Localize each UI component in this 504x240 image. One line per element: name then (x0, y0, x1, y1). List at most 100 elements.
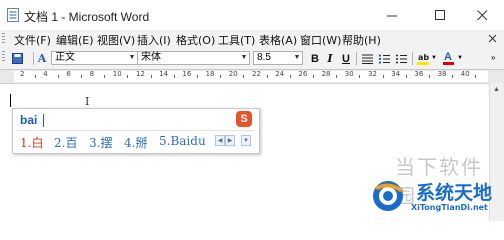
ruler-label: 12 (136, 70, 145, 78)
toolbar-grip[interactable] (2, 51, 5, 63)
next-page-icon[interactable]: ▶ (225, 135, 235, 146)
menu-window[interactable]: 窗口(W) (300, 32, 341, 48)
chevron-down-icon[interactable]: ▼ (431, 55, 437, 61)
justify-button[interactable] (360, 51, 374, 66)
close-icon (476, 9, 487, 20)
font-color-label: A (444, 51, 452, 63)
minimize-button[interactable] (370, 4, 414, 26)
ruler-scale: 2 4 6 8 10 12 14 16 18 20 22 24 26 28 30 32 34 36 38 40 (14, 70, 488, 82)
font-color-button[interactable]: A (441, 51, 455, 66)
horizontal-ruler: 2 4 6 8 10 12 14 16 18 20 22 24 26 28 30 32 34 36 38 40 (0, 70, 504, 84)
font-color-swatch (442, 62, 454, 65)
maximize-button[interactable] (418, 4, 462, 26)
menubar-grip[interactable] (2, 33, 5, 45)
ruler-label: 26 (298, 70, 308, 78)
numbered-list-icon (378, 54, 390, 63)
ime-divider (17, 130, 255, 131)
chevron-down-icon[interactable]: ▼ (128, 52, 136, 64)
ruler-label: 2 (20, 70, 25, 78)
menu-edit[interactable]: 编辑(E) (56, 32, 94, 48)
ruler-tick (243, 75, 245, 78)
ruler-label: 40 (460, 70, 470, 78)
watermark-site2: 系统天地 (416, 182, 493, 204)
ruler-label: 16 (182, 70, 192, 78)
ruler-label: 36 (414, 70, 424, 78)
chevron-down-icon[interactable]: ▼ (240, 52, 248, 64)
candidate-5[interactable]: 5.Baidu (159, 134, 206, 148)
ruler-tick (336, 75, 338, 78)
ruler-tick (382, 75, 384, 78)
highlight-button[interactable]: ab (416, 51, 430, 66)
font-size-dropdown[interactable]: 8.5 ▼ (253, 51, 303, 65)
font-dropdown[interactable]: 宋体 ▼ (137, 51, 250, 65)
minimize-icon (386, 15, 397, 16)
text-cursor (10, 94, 11, 107)
ruler-tick (405, 75, 407, 78)
style-value: 正文 (55, 52, 75, 63)
ruler-tick (34, 75, 36, 78)
toolbar-separator (33, 52, 34, 65)
ruler-tick (429, 75, 430, 78)
ruler-label: 4 (43, 70, 48, 78)
candidate-1[interactable]: 1.白 (20, 134, 43, 151)
maximize-icon (434, 9, 445, 20)
candidate-4[interactable]: 4.掰 (124, 134, 147, 151)
font-value: 宋体 (141, 52, 161, 63)
save-icon (11, 53, 23, 64)
ime-menu-icon[interactable]: ▼ (241, 135, 251, 146)
ruler-tick (127, 75, 129, 78)
ruler-label: 24 (275, 70, 285, 78)
styles-pane-button[interactable]: A (36, 51, 48, 66)
close-button[interactable] (460, 4, 504, 26)
ruler-label: 20 (228, 70, 238, 78)
toolbar-options-icon[interactable]: » (491, 53, 495, 62)
ruler-label: 10 (112, 70, 122, 78)
bulleted-list-icon (395, 54, 407, 63)
scroll-up-icon[interactable]: ▲ (493, 86, 500, 93)
ruler-tick (81, 75, 82, 78)
xitongtiandi-logo-icon (373, 181, 404, 211)
ruler-tick (359, 75, 361, 78)
save-button[interactable] (10, 51, 24, 66)
ruler-label: 32 (368, 70, 377, 78)
menu-format[interactable]: 格式(O) (176, 32, 215, 48)
ruler-label: 30 (344, 70, 354, 78)
ruler-tick (220, 75, 222, 78)
ime-composition-text: bai (20, 113, 38, 127)
word-document-icon (7, 8, 19, 22)
toolbar-separator (412, 52, 413, 65)
justify-icon (361, 54, 373, 64)
underline-button[interactable]: U (340, 51, 352, 66)
styles-icon: A (37, 52, 47, 65)
menu-help[interactable]: 帮助(H) (342, 32, 381, 48)
numbering-button[interactable] (377, 51, 391, 66)
candidate-2[interactable]: 2.百 (54, 134, 77, 151)
mouse-ibeam-cursor-icon: I (85, 95, 90, 108)
watermark-site2-url: XiTongTianDi.net (411, 203, 488, 212)
highlighter-icon: ab (417, 53, 429, 65)
ime-caret (43, 114, 44, 127)
ruler-tick (266, 75, 268, 78)
prev-page-icon[interactable]: ◀ (215, 135, 225, 146)
menu-file[interactable]: 文件(F) (14, 32, 51, 48)
ruler-tick (150, 75, 152, 78)
menu-view[interactable]: 视图(V) (97, 32, 135, 48)
ruler-tick (289, 75, 291, 78)
chevron-down-icon[interactable]: ▼ (457, 55, 463, 61)
menu-tools[interactable]: 工具(T) (218, 32, 255, 48)
ruler-label: 14 (159, 70, 169, 78)
ruler-tick (313, 75, 314, 78)
style-dropdown[interactable]: 正文 ▼ (51, 51, 138, 65)
chevron-down-icon[interactable]: ▼ (293, 52, 301, 64)
italic-button[interactable]: I (324, 51, 336, 66)
menu-table[interactable]: 表格(A) (259, 32, 297, 48)
candidate-3[interactable]: 3.摆 (89, 134, 112, 151)
ruler-label: 38 (437, 70, 447, 78)
ruler-label: 22 (252, 70, 261, 78)
bold-button[interactable]: B (309, 51, 321, 66)
font-size-value: 8.5 (257, 52, 271, 63)
ruler-tick (57, 75, 59, 78)
bullets-button[interactable] (394, 51, 408, 66)
close-document-icon[interactable] (488, 34, 497, 43)
menu-insert[interactable]: 插入(I) (137, 32, 171, 48)
